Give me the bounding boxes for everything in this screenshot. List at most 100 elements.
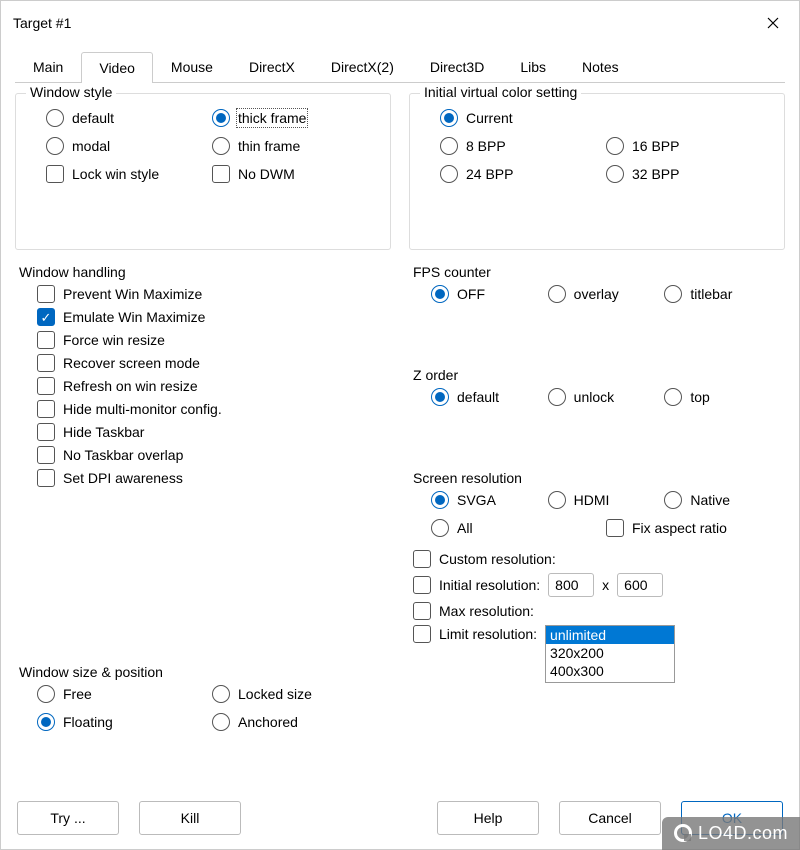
radio-current[interactable]: Current [440,109,772,127]
check-handling-2[interactable]: Force win resize [37,331,387,349]
radio-icon [212,713,230,731]
legend-window-style: Window style [26,84,116,100]
close-button[interactable] [759,9,787,37]
legend-window-handling: Window handling [19,264,126,284]
window-title: Target #1 [13,15,71,31]
check-max-res[interactable]: Max resolution: [413,602,781,620]
tab-mouse[interactable]: Mouse [153,51,231,82]
group-window-style: Window style default thick frame modal t… [15,93,391,250]
cancel-button[interactable]: Cancel [559,801,661,835]
check-handling-3[interactable]: Recover screen mode [37,354,387,372]
limit-listbox[interactable]: unlimited 320x200 400x300 [545,625,675,683]
radio-svga[interactable]: SVGA [431,491,548,509]
group-color-setting: Initial virtual color setting Current 8 … [409,93,785,250]
check-handling-5[interactable]: Hide multi-monitor config. [37,400,387,418]
radio-16bpp[interactable]: 16 BPP [606,137,772,155]
checkbox-icon [413,576,431,594]
checkbox-icon [413,550,431,568]
radio-icon [431,491,449,509]
radio-icon [440,137,458,155]
globe-icon [674,824,692,842]
legend-color-setting: Initial virtual color setting [420,84,581,100]
check-ws-lock[interactable]: Lock win style [46,165,212,183]
checkbox-icon [413,602,431,620]
radio-ws-modal[interactable]: modal [46,137,212,155]
check-ws-nodwm[interactable]: No DWM [212,165,378,183]
radio-floating[interactable]: Floating [37,713,212,731]
checkbox-icon [212,165,230,183]
tab-libs[interactable]: Libs [502,51,564,82]
radio-icon [37,685,55,703]
radio-all[interactable]: All [431,519,606,537]
radio-icon [37,713,55,731]
check-handling-8[interactable]: Set DPI awareness [37,469,387,487]
tab-notes[interactable]: Notes [564,51,637,82]
radio-fps-off[interactable]: OFF [431,285,548,303]
checkbox-icon [37,469,55,487]
radio-ws-thin[interactable]: thin frame [212,137,378,155]
check-fix-aspect[interactable]: Fix aspect ratio [606,519,781,537]
close-icon [767,17,779,29]
radio-icon [212,137,230,155]
tab-directx2[interactable]: DirectX(2) [313,51,412,82]
checkbox-icon [37,331,55,349]
checkbox-icon [37,423,55,441]
tab-direct3d[interactable]: Direct3D [412,51,502,82]
input-init-height[interactable] [617,573,663,597]
check-handling-1[interactable]: Emulate Win Maximize [37,308,387,326]
radio-24bpp[interactable]: 24 BPP [440,165,606,183]
radio-icon [431,285,449,303]
radio-icon [212,109,230,127]
legend-zorder: Z order [413,367,458,387]
radio-native[interactable]: Native [664,491,781,509]
radio-ws-default[interactable]: default [46,109,212,127]
group-fps-counter: FPS counter OFF overlay titlebar [409,260,785,357]
radio-z-top[interactable]: top [664,388,781,406]
legend-screen: Screen resolution [413,470,522,490]
check-custom-res[interactable]: Custom resolution: [413,550,781,568]
radio-32bpp[interactable]: 32 BPP [606,165,772,183]
radio-icon [606,137,624,155]
radio-z-unlock[interactable]: unlock [548,388,665,406]
radio-fps-overlay[interactable]: overlay [548,285,665,303]
check-handling-0[interactable]: Prevent Win Maximize [37,285,387,303]
tab-main[interactable]: Main [15,51,81,82]
tab-directx[interactable]: DirectX [231,51,313,82]
legend-sizepos: Window size & position [19,664,163,684]
radio-icon [664,388,682,406]
input-init-width[interactable] [548,573,594,597]
radio-icon [46,137,64,155]
radio-free[interactable]: Free [37,685,212,703]
radio-icon [548,491,566,509]
radio-icon [548,285,566,303]
check-handling-4[interactable]: Refresh on win resize [37,377,387,395]
kill-button[interactable]: Kill [139,801,241,835]
radio-icon [606,165,624,183]
checkbox-icon [37,446,55,464]
tab-video[interactable]: Video [81,52,153,83]
tab-strip: MainVideoMouseDirectXDirectX(2)Direct3DL… [15,51,785,83]
check-limit-res[interactable]: Limit resolution: [413,625,537,643]
check-handling-7[interactable]: No Taskbar overlap [37,446,387,464]
radio-icon [46,109,64,127]
titlebar: Target #1 [1,1,799,45]
list-item[interactable]: 320x200 [546,644,674,662]
legend-fps: FPS counter [413,264,491,284]
radio-8bpp[interactable]: 8 BPP [440,137,606,155]
radio-ws-thick[interactable]: thick frame [212,109,378,127]
check-initial-res[interactable]: Initial resolution: [413,576,540,594]
check-handling-6[interactable]: Hide Taskbar [37,423,387,441]
group-screen-resolution: Screen resolution SVGA HDMI Native All F… [409,470,785,789]
try-button[interactable]: Try ... [17,801,119,835]
list-item[interactable]: 400x300 [546,662,674,680]
checkbox-icon [37,308,55,326]
radio-anchored[interactable]: Anchored [212,713,387,731]
group-zorder: Z order default unlock top [409,367,785,460]
list-item[interactable]: unlimited [546,626,674,644]
radio-z-default[interactable]: default [431,388,548,406]
radio-locked[interactable]: Locked size [212,685,387,703]
radio-icon [440,109,458,127]
radio-hdmi[interactable]: HDMI [548,491,665,509]
help-button[interactable]: Help [437,801,539,835]
radio-fps-titlebar[interactable]: titlebar [664,285,781,303]
